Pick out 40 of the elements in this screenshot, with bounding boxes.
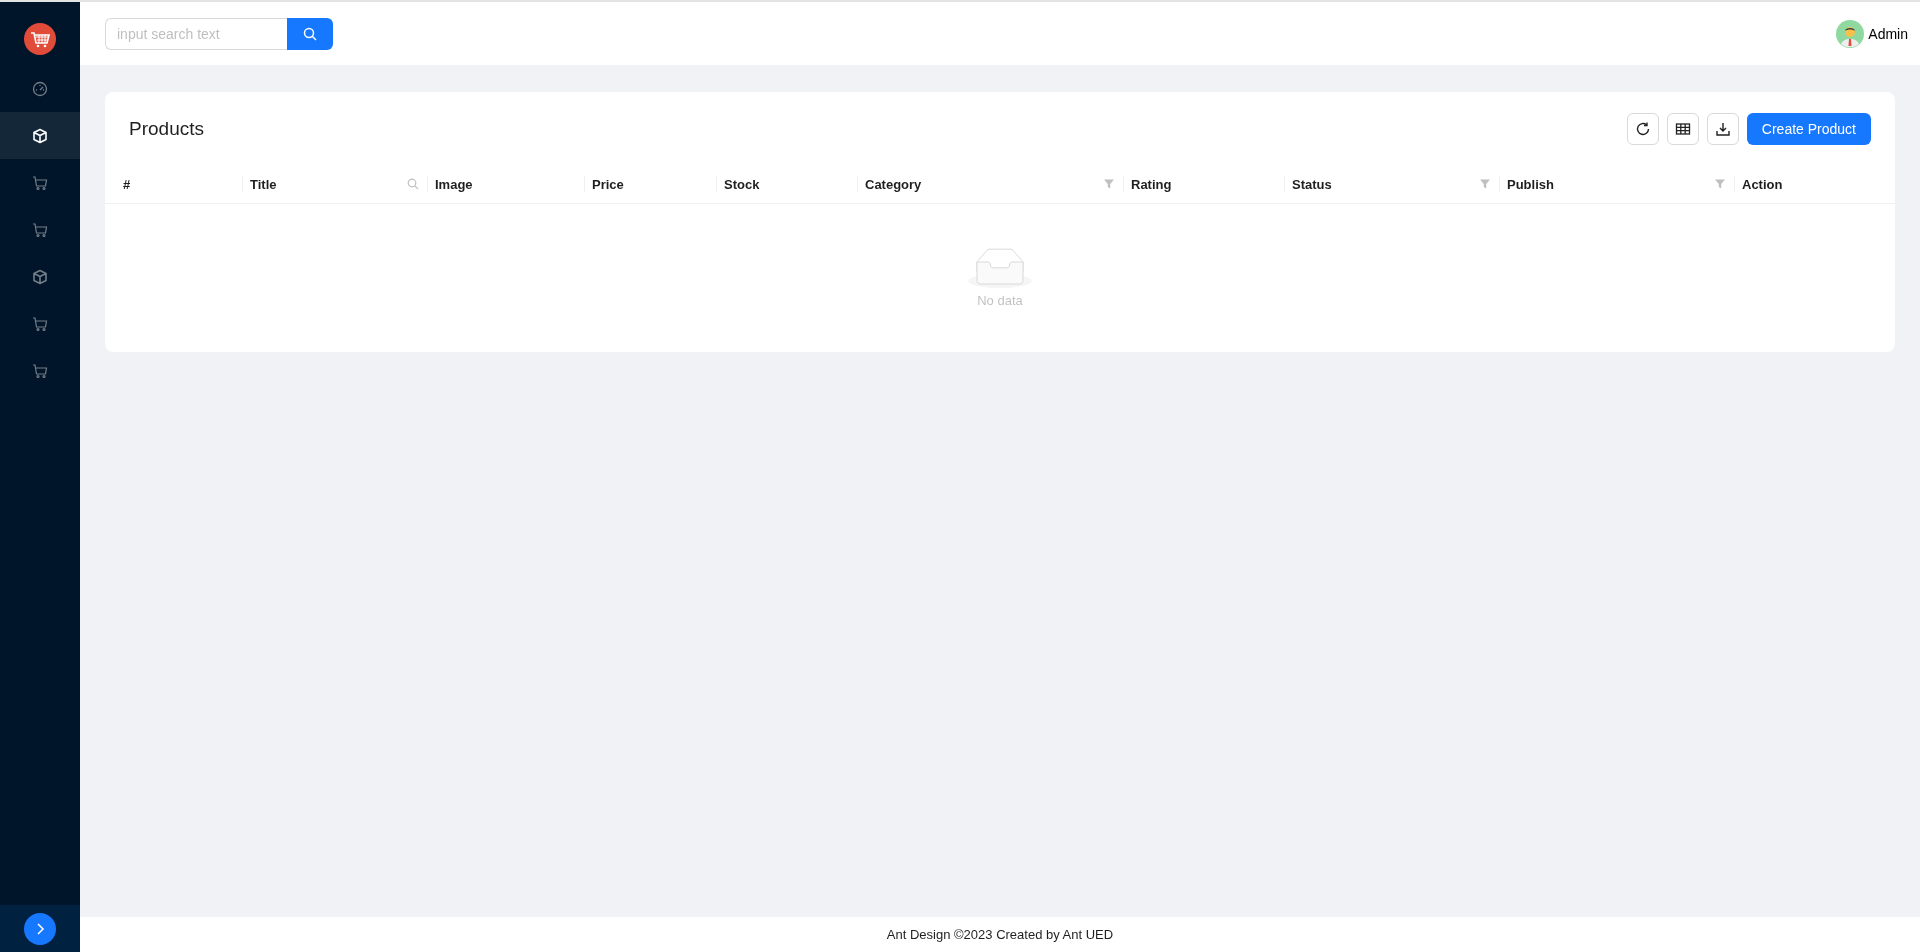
column-header: Image bbox=[435, 176, 473, 192]
user-name: Admin bbox=[1868, 25, 1908, 42]
cart-icon bbox=[32, 221, 48, 238]
column-header: Title bbox=[250, 176, 277, 192]
filter-icon[interactable] bbox=[1479, 178, 1491, 190]
dashboard-icon bbox=[32, 80, 48, 97]
sidebar-item[interactable] bbox=[0, 112, 80, 159]
search-icon[interactable] bbox=[407, 178, 419, 190]
column-header: # bbox=[123, 176, 131, 192]
search-field[interactable]: input search text bbox=[105, 17, 287, 50]
create-product-button[interactable]: Create Product bbox=[1746, 112, 1871, 145]
collapse-button[interactable] bbox=[24, 912, 56, 945]
empty-message: No data bbox=[977, 293, 1023, 308]
footer-text: Ant Design ©2023 Created by Ant UED bbox=[886, 927, 1114, 942]
download-button[interactable] bbox=[1706, 112, 1739, 145]
card-title: Products bbox=[129, 117, 204, 140]
avatar-icon bbox=[1836, 19, 1865, 48]
column-header: Category bbox=[865, 176, 922, 192]
reload-icon bbox=[1634, 120, 1651, 137]
column-header: Publish bbox=[1507, 176, 1554, 192]
search-icon bbox=[303, 26, 317, 41]
table-icon bbox=[1674, 120, 1691, 137]
cube-icon bbox=[32, 127, 48, 144]
cart-icon bbox=[32, 362, 48, 379]
cube-icon bbox=[32, 268, 48, 285]
empty-box-icon bbox=[968, 248, 1032, 289]
filter-icon[interactable] bbox=[1103, 178, 1115, 190]
column-header: Price bbox=[592, 176, 624, 192]
filter-icon[interactable] bbox=[1714, 178, 1726, 190]
download-icon bbox=[1714, 120, 1731, 137]
column-header: Rating bbox=[1131, 176, 1172, 192]
columns-button[interactable] bbox=[1666, 112, 1699, 145]
cart-icon bbox=[32, 315, 48, 332]
column-header: Stock bbox=[724, 176, 760, 192]
column-header: Status bbox=[1292, 176, 1332, 192]
reload-button[interactable] bbox=[1626, 112, 1659, 145]
cart-logo bbox=[24, 23, 56, 55]
column-header: Action bbox=[1742, 176, 1783, 192]
search-button[interactable] bbox=[287, 17, 333, 50]
cart-icon bbox=[32, 174, 48, 191]
